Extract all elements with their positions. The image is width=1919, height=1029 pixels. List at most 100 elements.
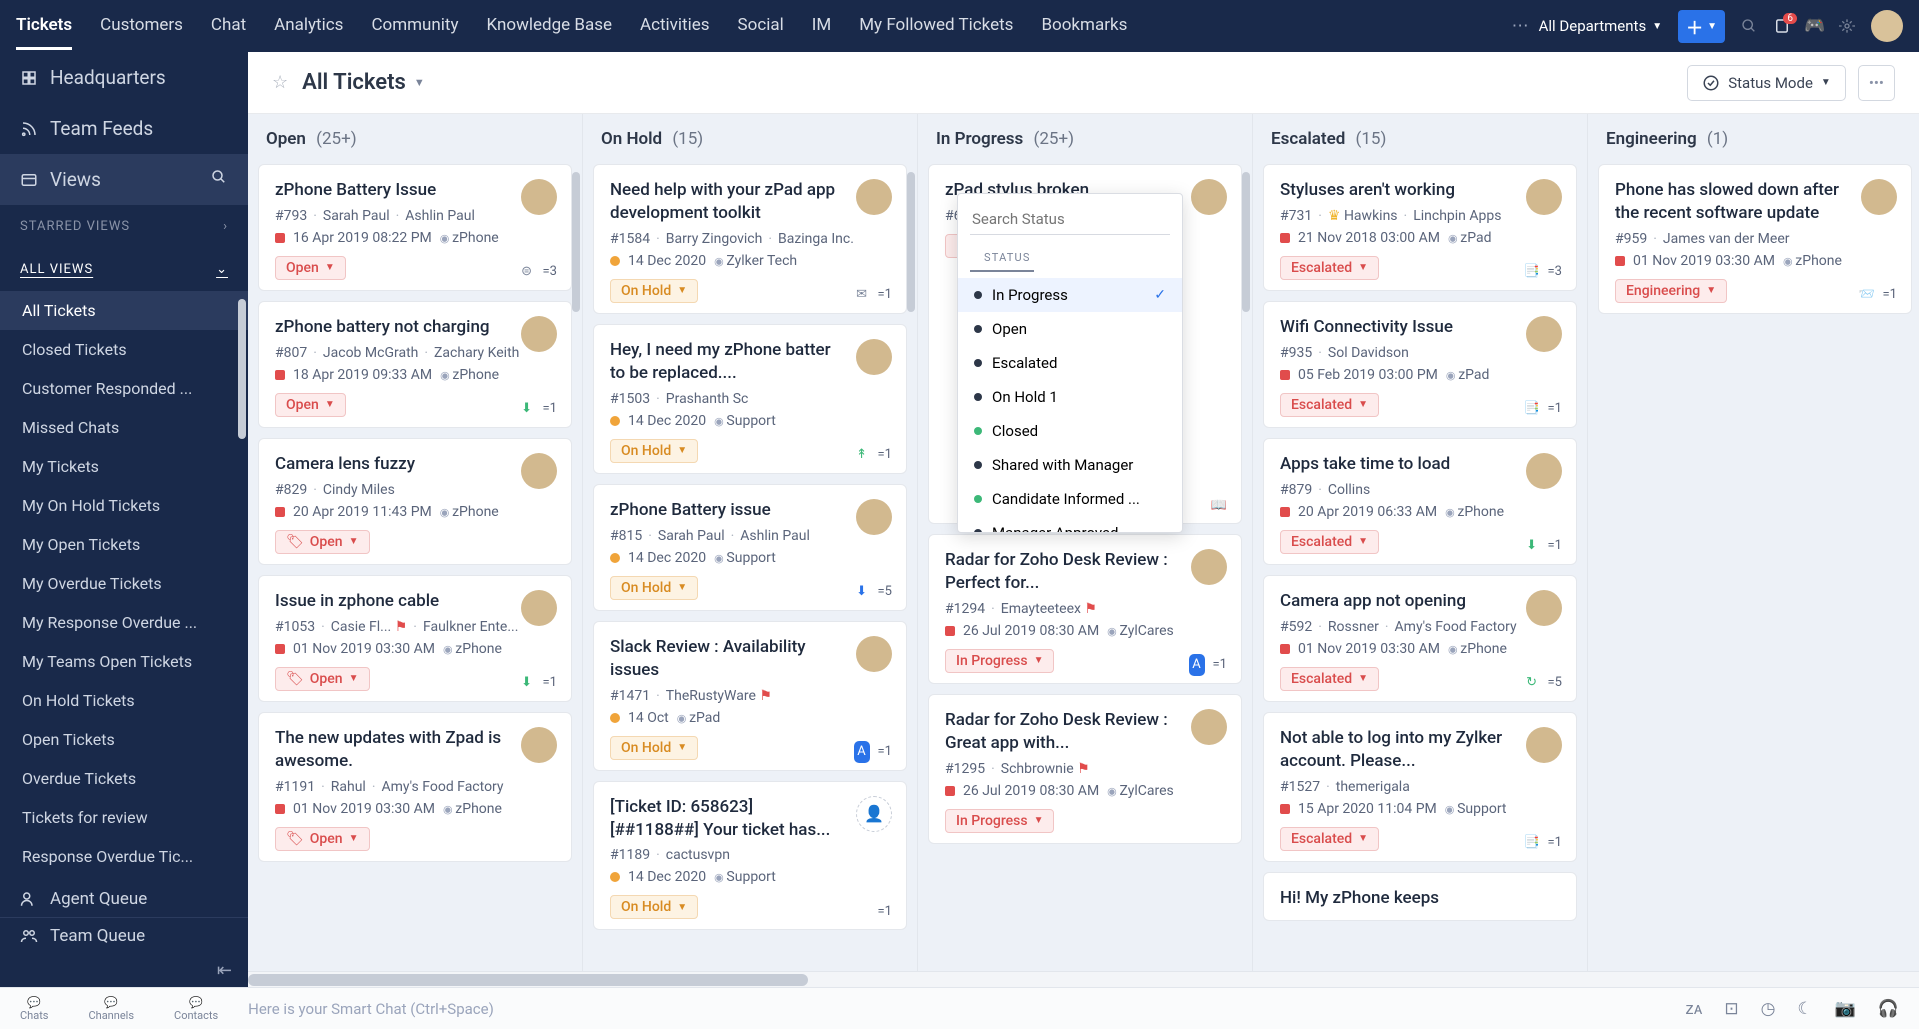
ticket-card[interactable]: Camera lens fuzzy#829Cindy Miles20 Apr 2… [258, 438, 572, 565]
status-dropdown[interactable]: Open ▼ [275, 393, 346, 417]
assignee-avatar[interactable] [1526, 316, 1562, 352]
assignee-avatar[interactable] [1191, 549, 1227, 585]
top-nav-knowledge-base[interactable]: Knowledge Base [487, 3, 612, 50]
assignee-avatar[interactable] [1526, 727, 1562, 763]
assignee-avatar[interactable] [1526, 179, 1562, 215]
favorite-star-icon[interactable]: ☆ [272, 72, 288, 93]
bottom-tab-chats[interactable]: 💬Chats [20, 996, 48, 1022]
smart-chat-input[interactable]: Here is your Smart Chat (Ctrl+Space) [248, 1000, 1655, 1018]
assignee-avatar[interactable] [521, 590, 557, 626]
ticket-card[interactable]: Apps take time to load#879Collins20 Apr … [1263, 438, 1577, 565]
assignee-avatar[interactable] [856, 636, 892, 672]
view-item[interactable]: On Hold Tickets [0, 681, 248, 720]
top-nav-chat[interactable]: Chat [211, 3, 246, 50]
ticket-card[interactable]: Not able to log into my Zylker account. … [1263, 712, 1577, 862]
status-dropdown[interactable]: In Progress ▼ [945, 809, 1054, 833]
status-dropdown[interactable]: Open ▼ [275, 256, 346, 280]
assignee-avatar[interactable] [856, 339, 892, 375]
top-nav-social[interactable]: Social [738, 3, 784, 50]
assignee-avatar[interactable] [856, 499, 892, 535]
ticket-card[interactable]: zPhone Battery issue#815Sarah PaulAshlin… [593, 484, 907, 611]
status-dropdown[interactable]: In Progress ▼ [945, 649, 1054, 673]
status-dropdown[interactable]: Engineering ▼ [1615, 279, 1727, 303]
horizontal-scrollbar[interactable] [248, 971, 1919, 987]
top-nav-customers[interactable]: Customers [100, 3, 183, 50]
status-dropdown[interactable]: 🏷 Open ▼ [275, 827, 370, 851]
status-dropdown[interactable]: Escalated ▼ [1280, 827, 1379, 851]
assignee-avatar[interactable] [1526, 590, 1562, 626]
view-item[interactable]: My Response Overdue ... [0, 603, 248, 642]
view-item[interactable]: My On Hold Tickets [0, 486, 248, 525]
status-dropdown[interactable]: On Hold ▼ [610, 895, 698, 919]
status-option[interactable]: Candidate Informed ... [958, 482, 1182, 516]
ticket-card[interactable]: zPad stylus broken#668RossnerAmy's Food … [928, 164, 1242, 524]
team-queue[interactable]: Team Queue [0, 917, 248, 954]
view-item[interactable]: Missed Chats [0, 408, 248, 447]
sidebar-team-feeds[interactable]: Team Feeds [0, 103, 248, 154]
column-scrollbar[interactable] [907, 172, 915, 312]
view-item[interactable]: Tickets for review [0, 798, 248, 837]
view-item[interactable]: All Tickets [0, 291, 248, 330]
departments-dropdown[interactable]: All Departments▼ [1539, 17, 1662, 35]
top-nav-my-followed-tickets[interactable]: My Followed Tickets [859, 3, 1013, 50]
top-nav-tickets[interactable]: Tickets [16, 3, 72, 50]
ticket-card[interactable]: Hi! My zPhone keeps [1263, 872, 1577, 921]
ticket-card[interactable]: Need help with your zPad app development… [593, 164, 907, 314]
agent-queue[interactable]: Agent Queue [0, 881, 248, 917]
search-icon[interactable] [1741, 18, 1757, 34]
assignee-avatar[interactable] [521, 727, 557, 763]
unassigned-avatar[interactable]: 👤 [856, 796, 892, 832]
collapse-sidebar-icon[interactable]: ⇤ [0, 954, 248, 987]
top-nav-community[interactable]: Community [371, 3, 458, 50]
ticket-card[interactable]: Styluses aren't working#731♛ HawkinsLinc… [1263, 164, 1577, 291]
top-nav-bookmarks[interactable]: Bookmarks [1041, 3, 1127, 50]
ticket-card[interactable]: Hey, I need my zPhone batter to be repla… [593, 324, 907, 474]
ticket-card[interactable]: Phone has slowed down after the recent s… [1598, 164, 1912, 314]
ticket-card[interactable]: zPhone battery not charging#807Jacob McG… [258, 301, 572, 428]
add-button[interactable]: ＋▼ [1678, 10, 1725, 43]
screenshot-icon[interactable]: ⊡ [1724, 999, 1738, 1019]
search-views-icon[interactable] [210, 168, 228, 191]
status-dropdown[interactable]: Escalated ▼ [1280, 530, 1379, 554]
view-item[interactable]: My Open Tickets [0, 525, 248, 564]
translate-icon[interactable]: ᴢᴀ [1685, 999, 1702, 1019]
assignee-avatar[interactable] [856, 179, 892, 215]
status-dropdown[interactable]: On Hold ▼ [610, 439, 698, 463]
status-option[interactable]: In Progress✓ [958, 278, 1182, 312]
camera-icon[interactable]: 📷 [1835, 999, 1856, 1019]
status-search-input[interactable] [970, 204, 1170, 235]
ticket-card[interactable]: Issue in zphone cable#1053Casie Fl... ⚑F… [258, 575, 572, 702]
bottom-tab-channels[interactable]: 💬Channels [88, 996, 134, 1022]
overflow-nav-icon[interactable]: ⋯ [1512, 16, 1529, 36]
assignee-avatar[interactable] [521, 179, 557, 215]
page-title[interactable]: All Tickets ▼ [302, 70, 425, 95]
status-option[interactable]: Closed [958, 414, 1182, 448]
status-option[interactable]: Shared with Manager [958, 448, 1182, 482]
status-option[interactable]: Open [958, 312, 1182, 346]
ticket-card[interactable]: Wifi Connectivity Issue#935Sol Davidson0… [1263, 301, 1577, 428]
status-dropdown[interactable]: On Hold ▼ [610, 736, 698, 760]
assignee-avatar[interactable] [1191, 179, 1227, 215]
ticket-card[interactable]: zPhone Battery Issue#793Sarah PaulAshlin… [258, 164, 572, 291]
assignee-avatar[interactable] [1191, 709, 1227, 745]
top-nav-im[interactable]: IM [812, 3, 831, 50]
top-nav-activities[interactable]: Activities [640, 3, 710, 50]
status-dropdown[interactable]: Escalated ▼ [1280, 393, 1379, 417]
user-avatar[interactable] [1871, 10, 1903, 42]
view-item[interactable]: My Overdue Tickets [0, 564, 248, 603]
status-mode-dropdown[interactable]: Status Mode ▼ [1687, 65, 1846, 101]
ticket-card[interactable]: Camera app not opening#592RossnerAmy's F… [1263, 575, 1577, 702]
status-option[interactable]: Manager Approved [958, 516, 1182, 532]
ticket-card[interactable]: [Ticket ID: 658623] [##1188##] Your tick… [593, 781, 907, 931]
sidebar-views[interactable]: Views [0, 154, 248, 205]
column-scrollbar[interactable] [1242, 172, 1250, 312]
status-option[interactable]: Escalated [958, 346, 1182, 380]
view-item[interactable]: Overdue Tickets [0, 759, 248, 798]
notifications-icon[interactable]: 6 [1773, 17, 1791, 35]
sidebar-headquarters[interactable]: Headquarters [0, 52, 248, 103]
view-item[interactable]: Customer Responded ... [0, 369, 248, 408]
gamepad-icon[interactable]: 🎮 [1807, 18, 1823, 34]
status-dropdown[interactable]: 🏷 Open ▼ [275, 530, 370, 554]
headset-icon[interactable]: 🎧 [1878, 999, 1899, 1019]
bottom-tab-contacts[interactable]: 💬Contacts [174, 996, 218, 1022]
